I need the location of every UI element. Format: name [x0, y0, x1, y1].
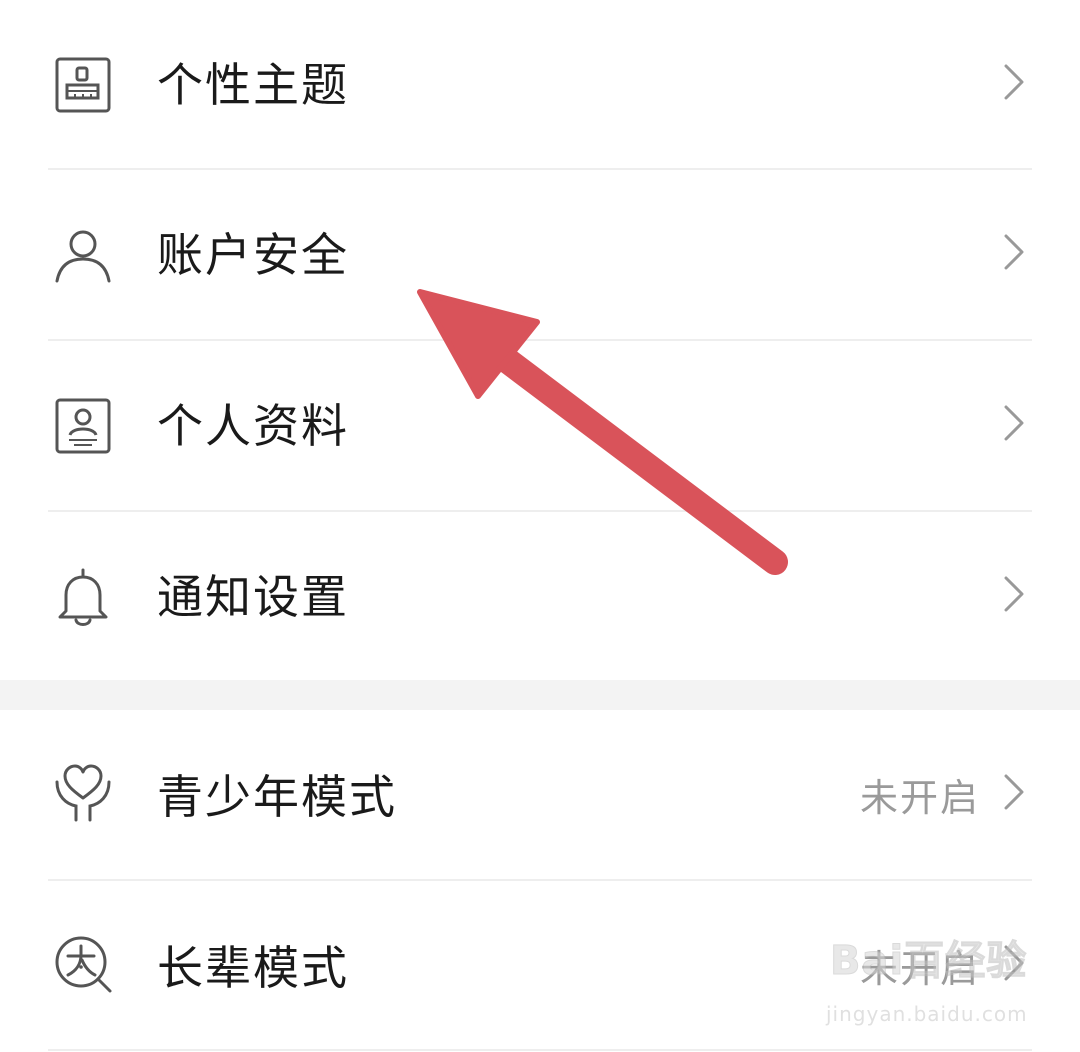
watermark-url: jingyan.baidu.com: [826, 1002, 1028, 1026]
settings-item-label: 通知设置: [157, 570, 349, 624]
settings-item-notifications[interactable]: 通知设置: [0, 512, 1080, 682]
section-separator: [0, 680, 1080, 710]
chevron-right-icon: [1000, 574, 1028, 614]
bell-icon: [52, 567, 114, 629]
chevron-right-icon: [1000, 62, 1028, 102]
watermark-logo: Bai百经验: [829, 938, 1028, 985]
settings-item-label: 青少年模式: [157, 770, 397, 824]
settings-item-profile[interactable]: 个人资料: [0, 341, 1080, 511]
settings-item-label: 账户安全: [157, 228, 349, 282]
chevron-right-icon: [1000, 232, 1028, 272]
chevron-right-icon: [1000, 772, 1028, 812]
watermark: Bai百经验 jingyan.baidu.com: [826, 935, 1036, 1035]
chevron-right-icon: [1000, 403, 1028, 443]
settings-item-teen-mode[interactable]: 青少年模式 未开启: [0, 710, 1080, 880]
settings-item-theme[interactable]: 个性主题: [0, 0, 1080, 170]
heart-hands-icon: [52, 760, 114, 822]
teen-mode-status: 未开启: [859, 776, 980, 820]
settings-item-account-security[interactable]: 账户安全: [0, 170, 1080, 340]
settings-group-1: 个性主题 账户安全 个人资料 通知设置: [0, 0, 1080, 680]
settings-item-label: 长辈模式: [157, 941, 349, 995]
divider: [48, 1049, 1032, 1051]
settings-item-label: 个人资料: [157, 399, 349, 453]
large-text-icon: [52, 933, 114, 995]
user-icon: [52, 225, 114, 287]
settings-item-label: 个性主题: [157, 58, 349, 112]
brush-icon: [52, 55, 114, 117]
id-card-icon: [52, 396, 114, 458]
